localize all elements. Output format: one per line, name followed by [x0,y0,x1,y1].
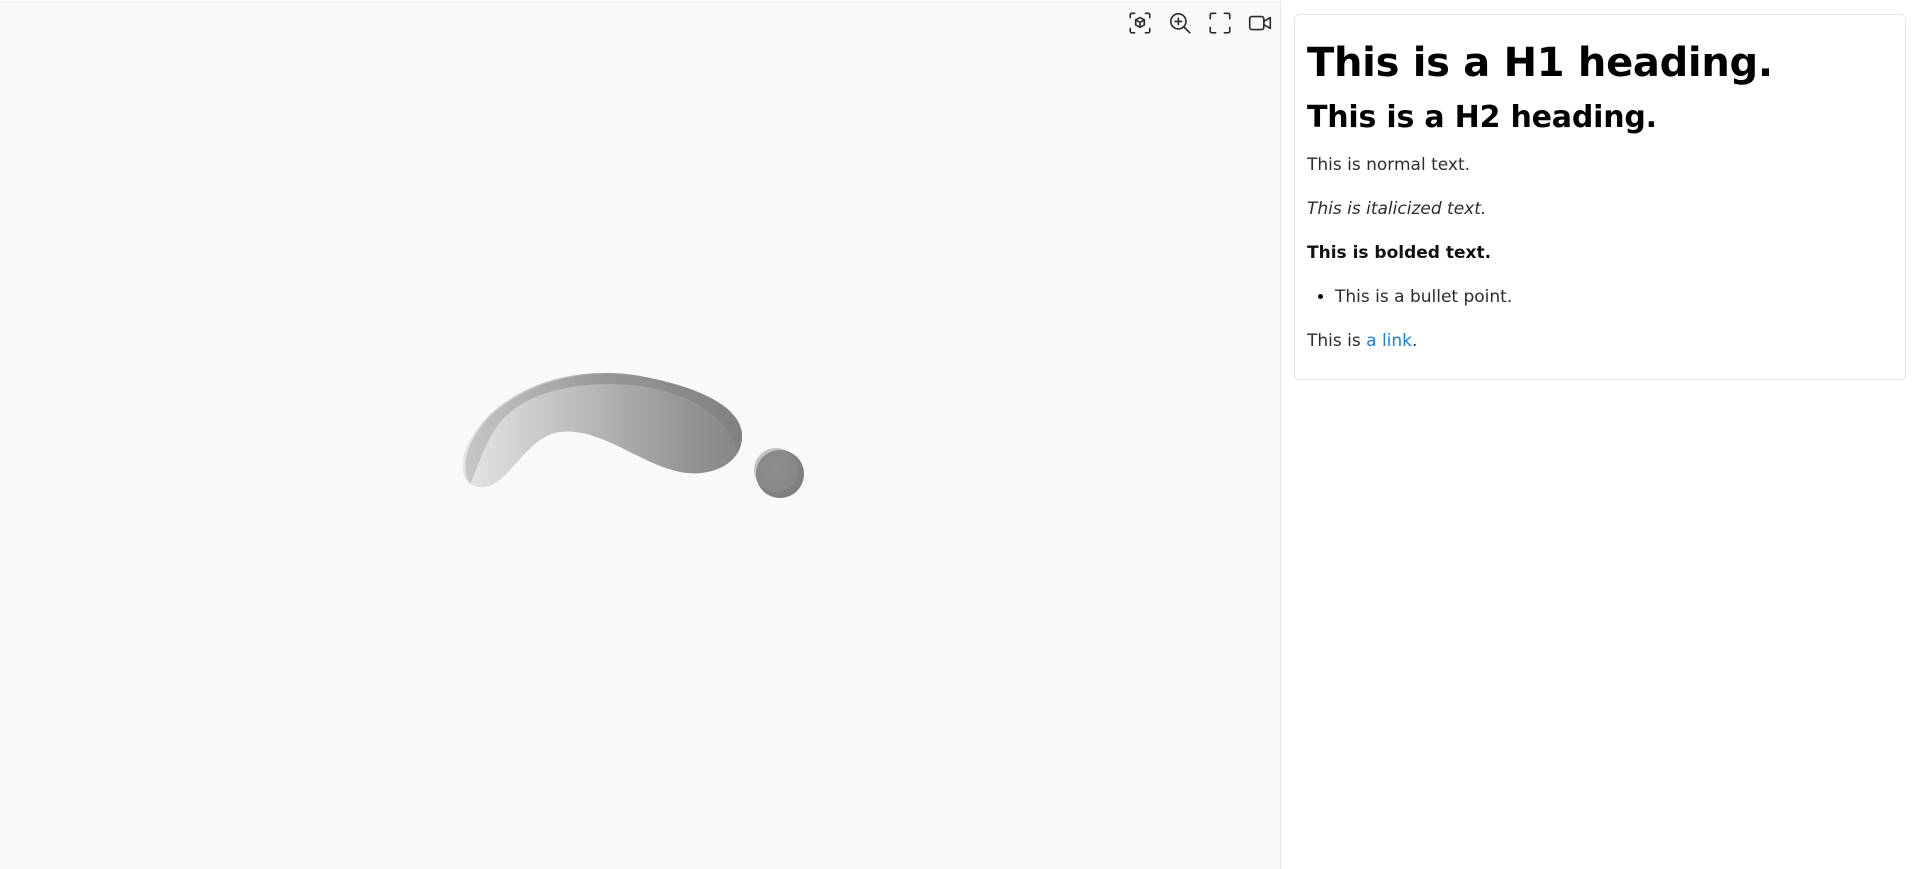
video-camera-icon [1248,15,1272,31]
italic-text: This is italicized text. [1307,199,1487,219]
bold-text: This is bolded text. [1307,243,1492,263]
video-button[interactable] [1246,9,1274,37]
bullet-list: This is a bullet point. [1307,285,1893,309]
link-paragraph: This is a link. [1307,329,1893,353]
fullscreen-button[interactable] [1206,9,1234,37]
model-swoosh-shape [462,372,743,488]
viewer-toolbar [1126,9,1274,37]
model-3d[interactable] [0,2,1280,869]
heading-h2: This is a H2 heading. [1307,100,1657,135]
link-prefix-text: This is [1307,331,1367,351]
heading-h1: This is a H1 heading. [1307,40,1773,86]
app-root: This is a H1 heading. This is a H2 headi… [0,0,1918,869]
content-card: This is a H1 heading. This is a H2 headi… [1294,14,1906,380]
zoom-in-icon [1169,12,1191,34]
model-viewer[interactable] [0,1,1281,869]
text-link[interactable]: a link [1366,331,1412,351]
link-suffix-text: . [1412,331,1418,351]
zoom-in-button[interactable] [1166,9,1194,37]
bullet-item: This is a bullet point. [1335,285,1893,309]
normal-text: This is normal text. [1307,155,1471,175]
ar-view-icon [1129,12,1151,34]
ar-view-button[interactable] [1126,9,1154,37]
fullscreen-icon [1209,12,1231,34]
